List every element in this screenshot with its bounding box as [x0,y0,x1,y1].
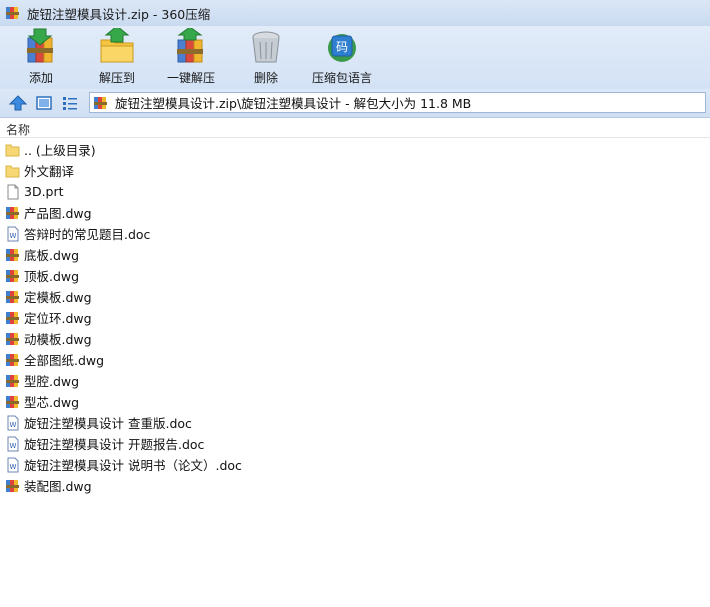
folder-icon [5,144,20,156]
folder-icon [5,165,20,177]
list-item[interactable]: 顶板.dwg [0,265,710,286]
svg-text:W: W [10,442,17,450]
dwg-file-icon [6,395,19,408]
extract-to-button[interactable]: 解压到 [95,28,139,86]
doc-file-icon: W [7,415,19,430]
delete-label: 删除 [253,71,278,85]
list-item[interactable]: 产品图.dwg [0,202,710,223]
item-name: 答辩时的常见题目.doc [24,227,151,242]
list-item[interactable]: 底板.dwg [0,244,710,265]
title-bar: 旋钮注塑模具设计.zip - 360压缩 [0,0,710,26]
list-view-icon[interactable] [61,94,79,112]
item-name: 产品图.dwg [24,206,92,221]
add-books-icon [27,28,53,63]
extract-folder-icon [100,28,134,63]
archive-language-label: 压缩包语言 [311,71,372,85]
item-name: 顶板.dwg [24,269,80,284]
thumbnail-view-icon[interactable] [35,94,53,112]
item-name: 型芯.dwg [24,395,80,410]
file-icon [7,184,19,199]
dwg-file-icon [6,332,19,345]
archive-path-icon [94,96,107,109]
address-bar[interactable]: 旋钮注塑模具设计.zip\旋钮注塑模具设计 - 解包大小为 11.8 MB [89,92,706,113]
file-list: .. (上级目录) 外文翻译 3D.prt 产品图.dwg W 答辩时的常见题目… [0,139,710,496]
item-name: 底板.dwg [24,248,80,263]
item-name: 全部图纸.dwg [24,353,105,368]
one-click-extract-button[interactable]: 一键解压 [166,28,216,86]
list-item[interactable]: 装配图.dwg [0,475,710,496]
list-item[interactable]: 外文翻译 [0,160,710,181]
delete-button[interactable]: 删除 [248,28,284,86]
svg-text:W: W [10,421,17,429]
item-name: 装配图.dwg [24,479,92,494]
item-name: 型腔.dwg [24,374,80,389]
dwg-file-icon [6,479,19,492]
up-arrow-icon[interactable] [9,94,27,112]
address-path-text: 旋钮注塑模具设计.zip\旋钮注塑模具设计 - 解包大小为 11.8 MB [115,96,472,111]
one-click-extract-label: 一键解压 [166,71,215,85]
doc-file-icon: W [7,226,19,241]
list-item[interactable]: 全部图纸.dwg [0,349,710,370]
dwg-file-icon [6,353,19,366]
item-name: 旋钮注塑模具设计 说明书（论文）.doc [24,458,242,473]
dwg-file-icon [6,206,19,219]
extract-to-label: 解压到 [98,71,135,85]
dwg-file-icon [6,269,19,282]
navigation-bar: 旋钮注塑模具设计.zip\旋钮注塑模具设计 - 解包大小为 11.8 MB [0,89,710,118]
list-item[interactable]: 3D.prt [0,181,710,202]
list-item[interactable]: W 旋钮注塑模具设计 查重版.doc [0,412,710,433]
dwg-file-icon [6,311,19,324]
item-name: 定模板.dwg [24,290,92,305]
svg-text:W: W [10,232,17,240]
item-name: .. (上级目录) [24,143,96,158]
list-item[interactable]: W 旋钮注塑模具设计 开题报告.doc [0,433,710,454]
add-label: 添加 [28,71,53,85]
item-name: 旋钮注塑模具设计 查重版.doc [24,416,192,431]
item-name: 3D.prt [24,184,64,199]
archive-language-button[interactable]: 码 压缩包语言 [311,28,373,86]
list-item[interactable]: 型腔.dwg [0,370,710,391]
item-name: 外文翻译 [24,164,75,179]
dwg-file-icon [6,374,19,387]
dwg-file-icon [6,290,19,303]
list-item[interactable]: 型芯.dwg [0,391,710,412]
codepage-badge-text: 码 [336,40,348,54]
list-header: 名称 [0,119,710,138]
item-name: 旋钮注塑模具设计 开题报告.doc [24,437,205,452]
item-name: 定位环.dwg [24,311,92,326]
codepage-icon: 码 [328,34,356,62]
doc-file-icon: W [7,436,19,451]
window-title: 旋钮注塑模具设计.zip - 360压缩 [27,6,211,22]
archive-app-icon [6,7,19,19]
list-item[interactable]: 定位环.dwg [0,307,710,328]
toolbar: 添加 解压到 一键解压 删除 码 压缩包语言 [0,26,710,89]
list-item[interactable]: .. (上级目录) [0,139,710,160]
one-click-extract-icon [177,28,203,63]
dwg-file-icon [6,248,19,261]
list-item[interactable]: W 答辩时的常见题目.doc [0,223,710,244]
doc-file-icon: W [7,457,19,472]
add-button[interactable]: 添加 [20,28,62,86]
svg-text:W: W [10,463,17,471]
item-name: 动模板.dwg [24,332,92,347]
list-item[interactable]: 动模板.dwg [0,328,710,349]
list-item[interactable]: 定模板.dwg [0,286,710,307]
trash-bin-icon [252,31,280,63]
column-header-name[interactable]: 名称 [6,121,30,138]
list-item[interactable]: W 旋钮注塑模具设计 说明书（论文）.doc [0,454,710,475]
